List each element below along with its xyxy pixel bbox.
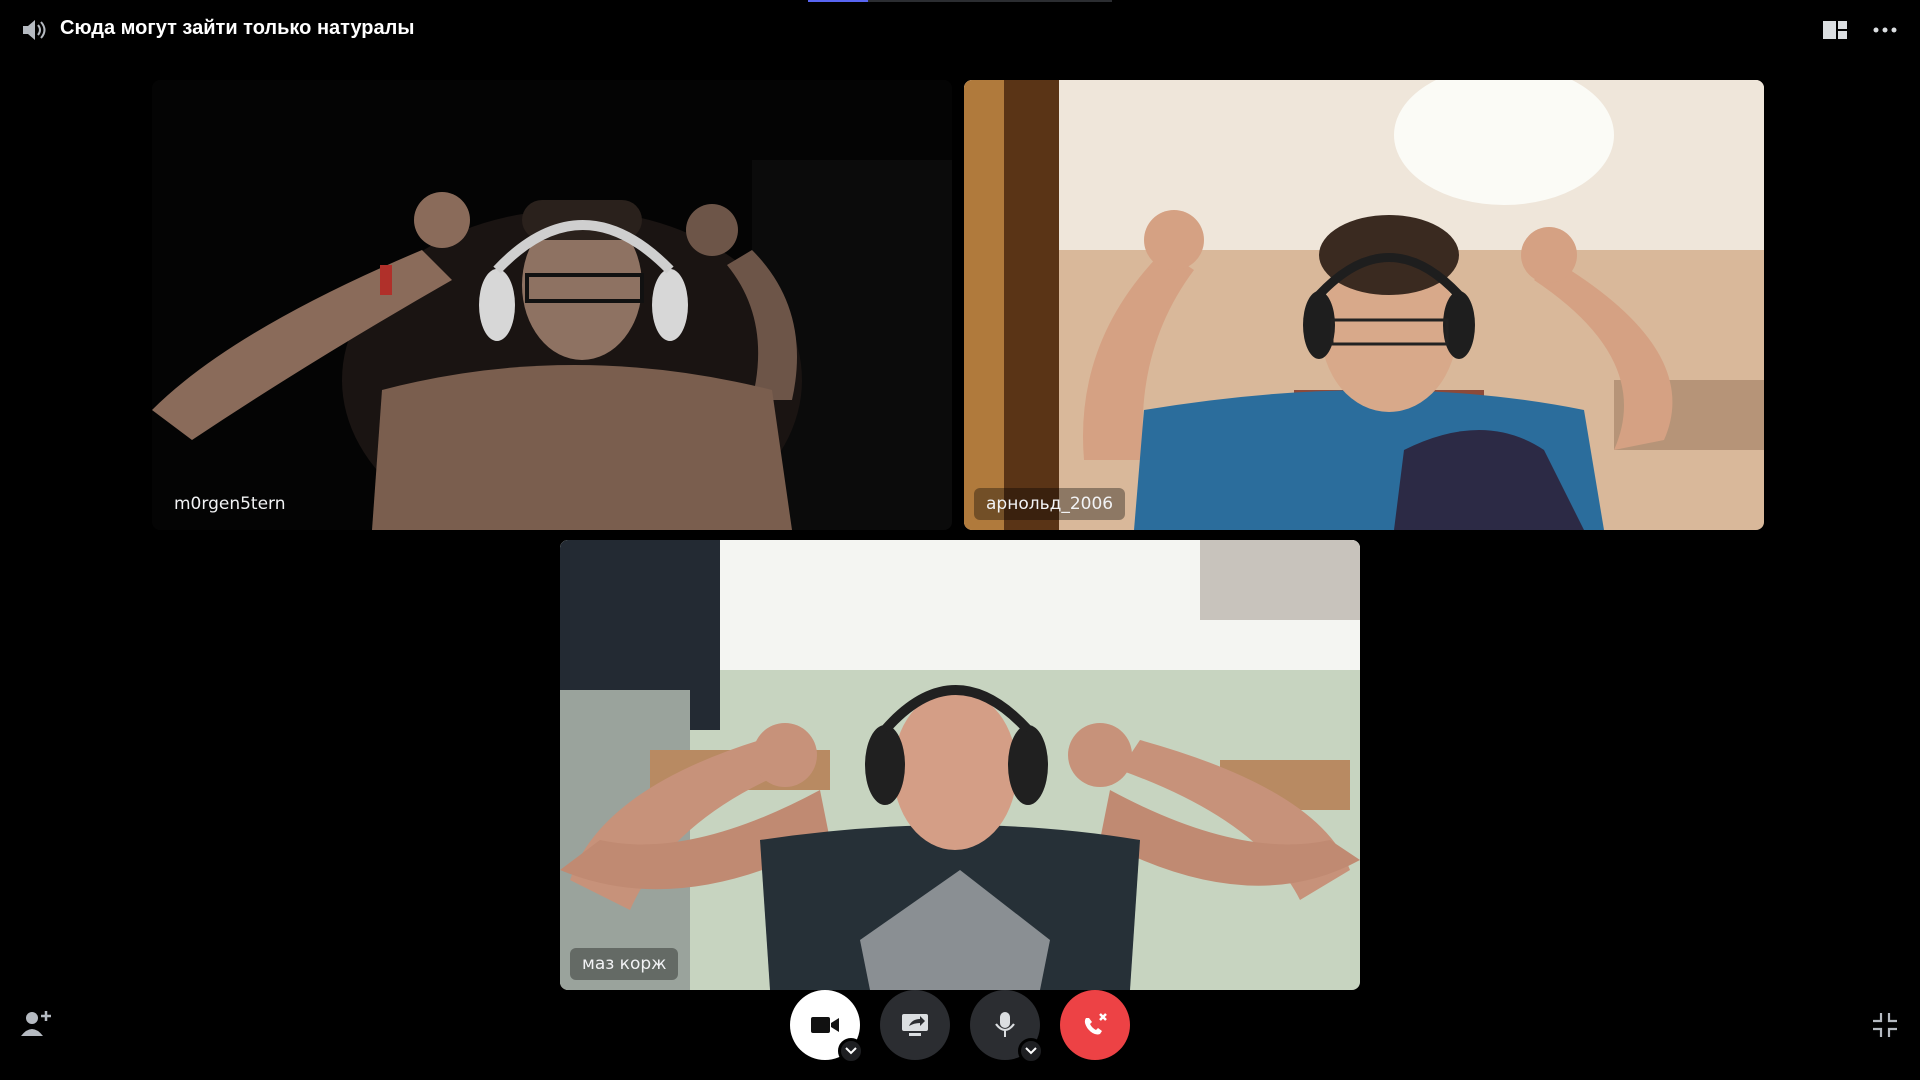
disconnect-call-button[interactable] bbox=[1060, 990, 1130, 1060]
camera-options-chevron-icon[interactable] bbox=[838, 1038, 864, 1064]
participant-name: арнольд_2006 bbox=[974, 488, 1126, 520]
voice-channel-icon bbox=[20, 16, 50, 44]
top-progress-bar bbox=[808, 0, 1112, 2]
camera-toggle-button[interactable] bbox=[790, 990, 864, 1064]
call-header: Сюда могут зайти только натуралы bbox=[0, 0, 1920, 60]
voice-call-window: Сюда могут зайти только натуралы m0rgen5… bbox=[0, 0, 1920, 1080]
microphone-icon bbox=[995, 1012, 1015, 1037]
grid-layout-icon[interactable] bbox=[1820, 16, 1850, 44]
microphone-toggle-button[interactable] bbox=[970, 990, 1044, 1064]
screen-share-button[interactable] bbox=[880, 990, 950, 1060]
video-feed bbox=[964, 80, 1764, 530]
video-feed bbox=[560, 540, 1360, 990]
more-options-icon[interactable] bbox=[1870, 16, 1900, 44]
add-user-icon[interactable] bbox=[20, 1008, 54, 1038]
screen-share-icon bbox=[902, 1014, 928, 1036]
video-feed bbox=[152, 80, 952, 530]
video-tile[interactable]: маз корж bbox=[560, 540, 1360, 990]
microphone-options-chevron-icon[interactable] bbox=[1018, 1038, 1044, 1064]
camera-icon bbox=[811, 1017, 839, 1033]
disconnect-call-icon bbox=[1084, 1013, 1107, 1035]
channel-title: Сюда могут зайти только натуралы bbox=[60, 17, 415, 39]
exit-fullscreen-icon[interactable] bbox=[1870, 1010, 1900, 1040]
participant-name: маз корж bbox=[570, 948, 679, 980]
video-tile[interactable]: m0rgen5tern bbox=[152, 80, 952, 530]
video-tile[interactable]: арнольд_2006 bbox=[964, 80, 1764, 530]
participant-name: m0rgen5tern bbox=[174, 494, 286, 514]
